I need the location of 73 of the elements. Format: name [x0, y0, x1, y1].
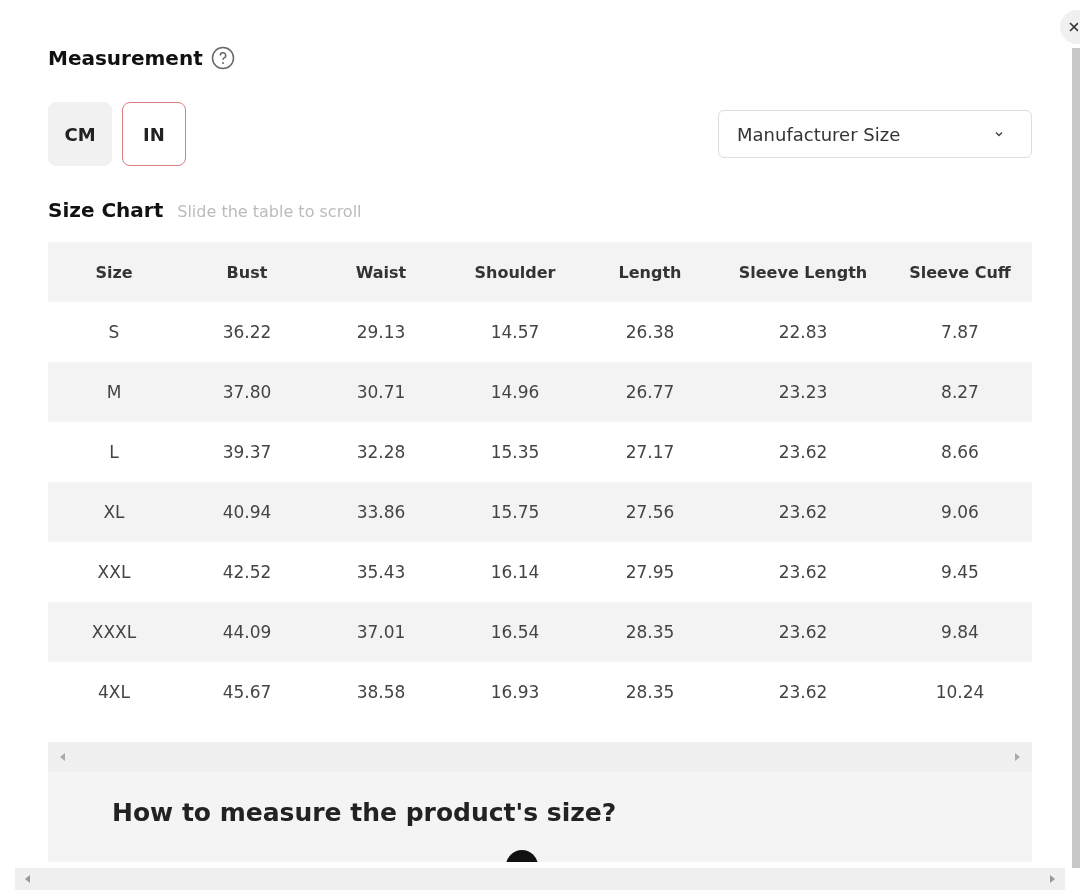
- chevron-down-icon: [993, 130, 1005, 138]
- table-cell-text: L: [108, 442, 120, 462]
- table-cell-text: 44.09: [221, 622, 273, 642]
- close-icon: [1068, 21, 1078, 33]
- table-cell-text: 27.17: [624, 442, 676, 462]
- table-cell-text: 23.62: [777, 562, 829, 582]
- table-cell-text: 33.86: [355, 502, 407, 522]
- table-cell-text: 37.80: [221, 382, 273, 402]
- table-cell-text: XL: [102, 502, 126, 522]
- table-cell-text: 15.35: [489, 442, 541, 462]
- table-cell-text: 8.27: [940, 382, 980, 402]
- column-header: Sleeve Cuff: [908, 262, 1012, 282]
- table-cell-text: 23.62: [777, 502, 829, 522]
- table-cell-text: 26.77: [624, 382, 676, 402]
- table-cell-text: 23.62: [777, 682, 829, 702]
- table-cell-text: 32.28: [355, 442, 407, 462]
- table-cell-text: 9.45: [940, 562, 980, 582]
- size-chart-title: Size Chart: [48, 198, 164, 222]
- table-cell-text: S: [107, 322, 121, 342]
- table-cell-text: M: [105, 382, 123, 402]
- scroll-right-icon[interactable]: [1014, 753, 1020, 761]
- table-cell-text: 40.94: [221, 502, 273, 522]
- scroll-right-icon[interactable]: [1049, 875, 1055, 883]
- table-cell-text: 22.83: [777, 322, 829, 342]
- column-header: Waist: [354, 262, 408, 282]
- table-cell-text: 45.67: [221, 682, 273, 702]
- table-cell-text: 30.71: [355, 382, 407, 402]
- horizontal-scrollbar[interactable]: [48, 742, 1032, 772]
- table-cell-text: 10.24: [934, 682, 986, 702]
- table-cell-text: 29.13: [355, 322, 407, 342]
- table-cell-text: 23.23: [777, 382, 829, 402]
- column-header: Shoulder: [473, 262, 557, 282]
- table-cell-text: 7.87: [940, 322, 980, 342]
- table-cell-text: 16.54: [489, 622, 541, 642]
- table-cell-text: 15.75: [489, 502, 541, 522]
- measurement-title: Measurement: [48, 46, 203, 70]
- table-cell-text: 8.66: [940, 442, 980, 462]
- table-cell-text: 28.35: [624, 622, 676, 642]
- table-cell-text: 42.52: [221, 562, 273, 582]
- column-header: Size: [94, 262, 134, 282]
- table-cell-text: 28.35: [624, 682, 676, 702]
- help-icon[interactable]: [210, 46, 235, 70]
- table-cell-text: 23.62: [777, 442, 829, 462]
- table-cell-text: 27.56: [624, 502, 676, 522]
- vertical-scrollbar[interactable]: [1072, 48, 1080, 868]
- table-cell-text: 9.06: [940, 502, 980, 522]
- table-cell-text: XXL: [96, 562, 132, 582]
- table-cell-text: 27.95: [624, 562, 676, 582]
- table-cell-text: 16.14: [489, 562, 541, 582]
- column-header: Bust: [225, 262, 269, 282]
- size-type-dropdown[interactable]: Manufacturer Size: [718, 110, 1032, 158]
- table-cell-text: 37.01: [355, 622, 407, 642]
- table-cell-text: XXXL: [90, 622, 138, 642]
- unit-button[interactable]: IN: [122, 102, 186, 166]
- page-horizontal-scrollbar[interactable]: [15, 868, 1065, 890]
- table-cell-text: 14.57: [489, 322, 541, 342]
- scroll-left-icon[interactable]: [25, 875, 31, 883]
- table-cell-text: 23.62: [777, 622, 829, 642]
- table-cell-text: 16.93: [489, 682, 541, 702]
- table-cell-text: 36.22: [221, 322, 273, 342]
- scroll-left-icon[interactable]: [60, 753, 66, 761]
- table-cell-text: 38.58: [355, 682, 407, 702]
- table-cell-text: 14.96: [489, 382, 541, 402]
- table-cell-text: 9.84: [940, 622, 980, 642]
- table-cell-text: 4XL: [97, 682, 131, 702]
- table-cell-text: 39.37: [221, 442, 273, 462]
- table-cell-text: 26.38: [624, 322, 676, 342]
- how-to-heading: How to measure the product's size?: [112, 798, 617, 827]
- column-header: Sleeve Length: [737, 262, 869, 282]
- unit-button[interactable]: CM: [48, 102, 112, 166]
- column-header: Length: [617, 262, 683, 282]
- table-cell-text: 35.43: [355, 562, 407, 582]
- scroll-hint: Slide the table to scroll: [177, 202, 362, 221]
